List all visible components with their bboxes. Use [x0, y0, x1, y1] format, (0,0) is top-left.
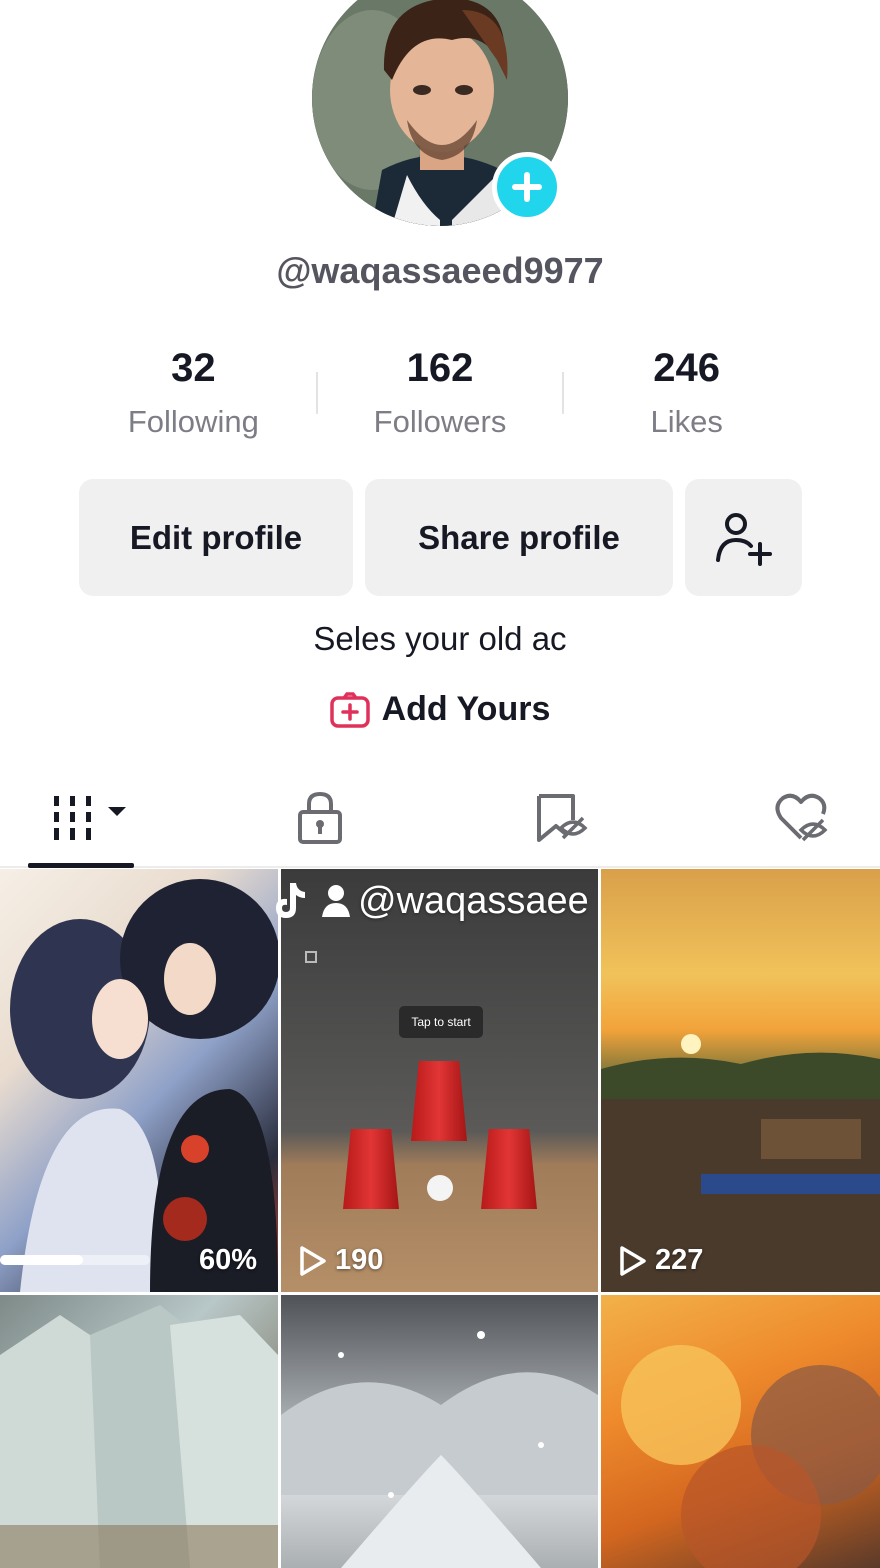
profile-username[interactable]: @waqassaeed9977 — [0, 250, 880, 292]
stat-value: 162 — [406, 346, 474, 390]
stat-likes[interactable]: 246 Likes — [563, 340, 810, 450]
tiktok-logo-icon — [276, 883, 305, 918]
add-avatar-button[interactable] — [492, 152, 562, 222]
stat-label: Following — [127, 404, 259, 439]
cup-shape — [343, 1129, 399, 1209]
add-friends-button[interactable] — [685, 479, 802, 596]
tiktok-watermark: @waqassaee — [270, 871, 880, 931]
stat-label: Followers — [373, 404, 507, 439]
progress-bar — [0, 1255, 150, 1265]
bookmark-hidden-icon — [537, 794, 588, 842]
anime-couple-image — [10, 879, 278, 1292]
view-count: 227 — [619, 1244, 703, 1277]
view-count-value: 190 — [335, 1244, 384, 1276]
upload-progress-text: 60% — [199, 1244, 258, 1276]
stat-followers[interactable]: 162 Followers — [317, 340, 564, 450]
view-count: 190 — [299, 1244, 383, 1277]
video-thumbnail[interactable] — [601, 1295, 880, 1568]
play-icon — [620, 1245, 646, 1276]
play-icon — [300, 1245, 326, 1276]
tab-videos[interactable] — [28, 770, 134, 868]
cup-shape — [481, 1129, 537, 1209]
active-tab-indicator — [28, 863, 134, 868]
stat-value: 246 — [653, 346, 721, 390]
video-thumbnail[interactable]: 60% — [0, 869, 278, 1292]
profile-stats: 32 Following 162 Followers 246 Likes — [70, 340, 810, 450]
grid-videos-icon — [54, 796, 126, 840]
video-thumbnail[interactable]: Tap to start 190 — [281, 869, 598, 1292]
lock-icon — [298, 791, 342, 844]
stat-following[interactable]: 32 Following — [70, 340, 317, 450]
watermark-handle: @waqassaee — [358, 879, 589, 922]
sunset-village-image — [601, 1034, 880, 1292]
plus-icon — [512, 172, 542, 202]
ball-shape — [427, 1175, 453, 1201]
profile-avatar-area[interactable] — [312, 0, 568, 226]
profile-bio: Seles your old ac — [313, 620, 567, 657]
video-thumbnail[interactable] — [281, 1295, 598, 1568]
tap-to-start-label: Tap to start — [399, 1006, 483, 1038]
tab-private[interactable] — [290, 770, 350, 866]
cup-shape — [411, 1061, 467, 1141]
add-yours-link[interactable]: Add Yours — [0, 690, 880, 729]
stat-value: 32 — [171, 346, 216, 390]
share-profile-button[interactable]: Share profile — [365, 479, 673, 596]
add-yours-label: Add Yours — [381, 690, 551, 728]
view-count-value: 227 — [655, 1244, 704, 1276]
profile-tabs — [0, 770, 880, 868]
progress-fill — [0, 1255, 83, 1265]
square-marker — [305, 951, 317, 963]
add-person-icon — [715, 512, 772, 566]
add-yours-icon — [329, 691, 370, 728]
video-grid: 60% Tap to start 190 227 @waqassaee — [0, 869, 880, 1568]
snow-forest-image — [281, 1331, 598, 1568]
stat-label: Likes — [650, 404, 723, 439]
money-stack-image — [0, 1305, 278, 1568]
orange-clouds-image — [621, 1345, 880, 1568]
video-thumbnail[interactable] — [0, 1295, 278, 1568]
video-thumbnail[interactable]: 227 — [601, 869, 880, 1292]
heart-hidden-icon — [775, 793, 828, 842]
tab-liked[interactable] — [770, 770, 832, 866]
person-icon — [322, 885, 350, 917]
tab-saved[interactable] — [530, 770, 592, 866]
edit-profile-button[interactable]: Edit profile — [79, 479, 353, 596]
